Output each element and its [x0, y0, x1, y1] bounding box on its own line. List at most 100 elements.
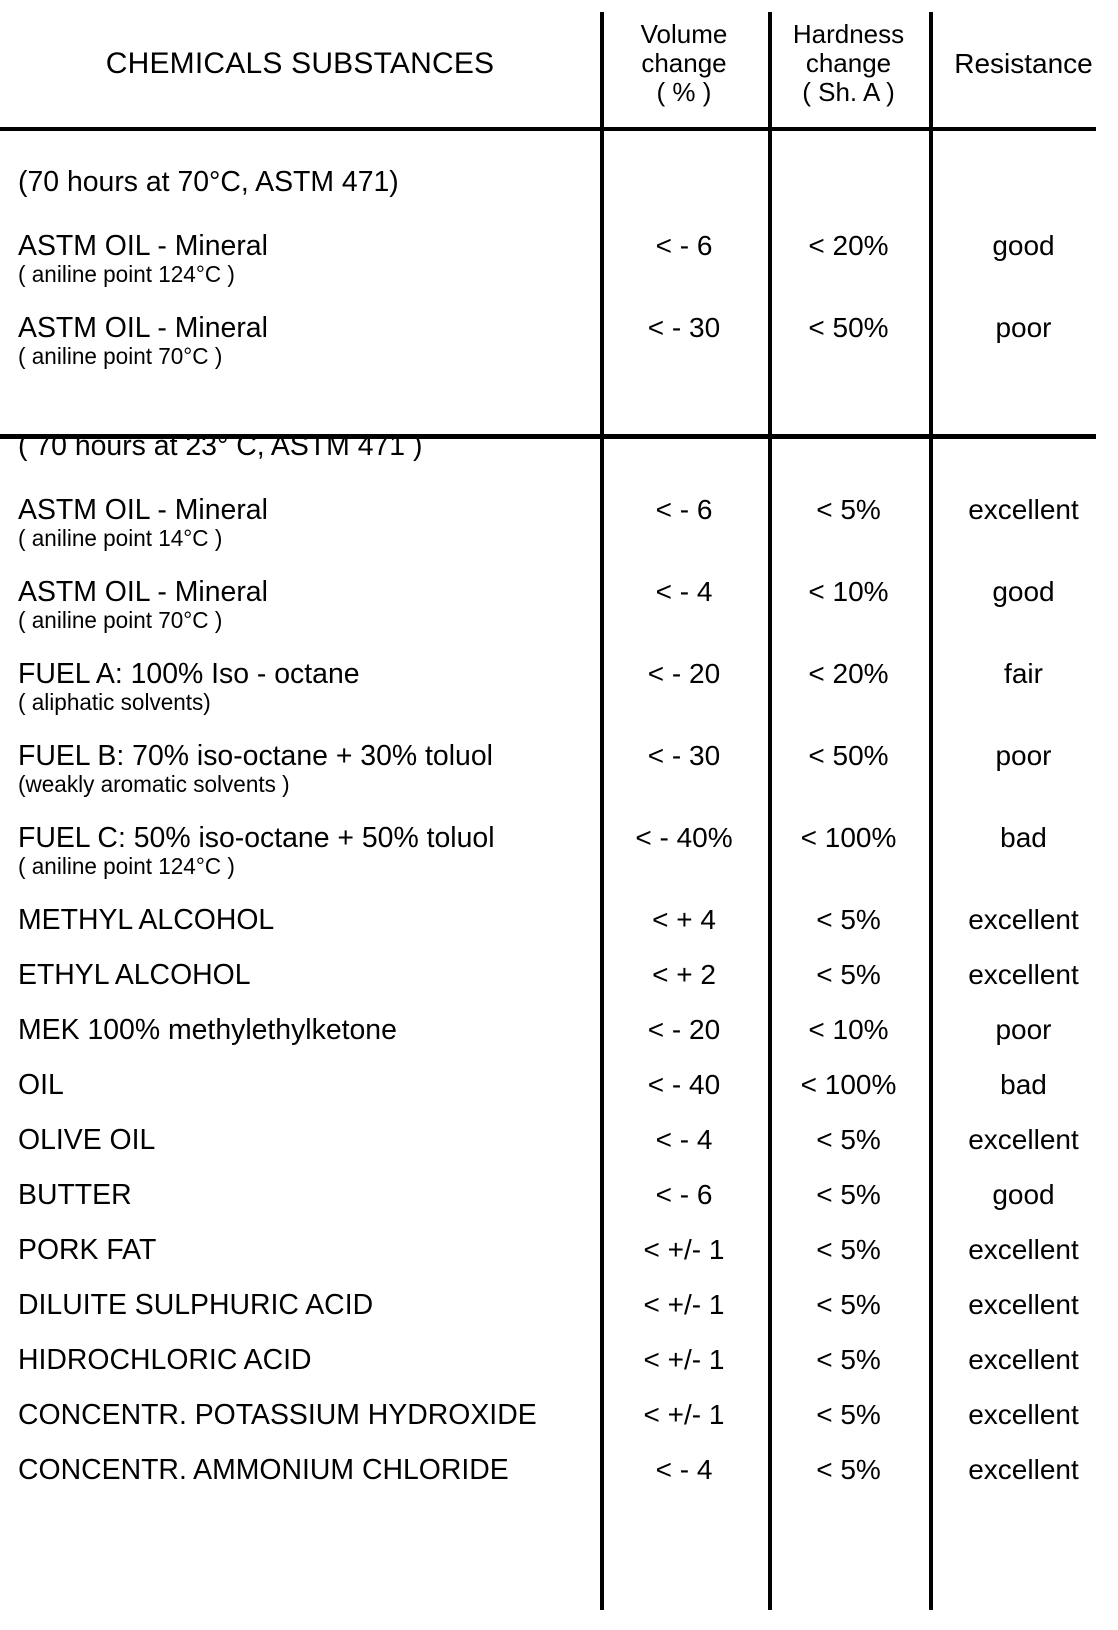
table-row: ASTM OIL - Mineral( aniline point 70°C )…	[0, 313, 1118, 395]
section-caption-row: ( 70 hours at 23° C, ASTM 471 )	[0, 431, 1118, 495]
hardness-change-value: < 100%	[800, 822, 897, 853]
hardness-change-value: < 100%	[800, 1069, 897, 1100]
resistance-value: excellent	[968, 1289, 1079, 1320]
substance-name: ASTM OIL - Mineral	[18, 230, 268, 262]
column-header-substance-line: CHEMICALS SUBSTANCES	[105, 46, 495, 80]
substance-cell: METHYL ALCOHOL	[0, 905, 600, 936]
table-row: ASTM OIL - Mineral( aniline point 14°C )…	[0, 495, 1118, 577]
section-caption-text: ( 70 hours at 23° C, ASTM 471 )	[18, 430, 423, 462]
section-caption-cell: ( 70 hours at 23° C, ASTM 471 )	[0, 430, 600, 462]
table-row: ETHYL ALCOHOL < + 2 < 5% excellent	[0, 960, 1118, 1015]
substance-cell: ASTM OIL - Mineral( aniline point 70°C )	[0, 313, 600, 370]
substance-cell: BUTTER	[0, 1179, 600, 1211]
hardness-change-value: < 5%	[816, 494, 881, 525]
volume-change-value: < +/- 1	[643, 1289, 725, 1320]
hardness-change-value: < 5%	[816, 1124, 881, 1155]
table-row: FUEL A: 100% Iso - octane( aliphatic sol…	[0, 659, 1118, 741]
resistance-value: bad	[1000, 822, 1047, 853]
resistance-value: poor	[995, 312, 1052, 343]
substance-cell: ASTM OIL - Mineral( aniline point 124°C …	[0, 231, 600, 288]
volume-change-value: < - 30	[647, 740, 721, 771]
hardness-change-value: < 5%	[816, 904, 881, 935]
substance-cell: OIL	[0, 1069, 600, 1101]
substance-subnote: (weakly aromatic solvents )	[18, 771, 290, 798]
hardness-change-value: < 5%	[816, 1344, 881, 1375]
column-header-volume-change-line-3: ( % )	[656, 77, 712, 108]
section-caption-text: (70 hours at 70°C, ASTM 471)	[18, 166, 399, 198]
hardness-change-value: < 10%	[808, 1014, 889, 1045]
substance-name: ASTM OIL - Mineral	[18, 494, 268, 526]
table-row: PORK FAT < +/- 1 < 5% excellent	[0, 1235, 1118, 1290]
substance-subnote: ( aniline point 14°C )	[18, 525, 223, 552]
substance-cell: ASTM OIL - Mineral( aniline point 70°C )	[0, 577, 600, 634]
resistance-value: poor	[995, 740, 1052, 771]
section-caption-row: (70 hours at 70°C, ASTM 471)	[0, 167, 1118, 231]
table-row: CONCENTR. AMMONIUM CHLORIDE < - 4 < 5% exce…	[0, 1455, 1118, 1510]
table-body: (70 hours at 70°C, ASTM 471) ASTM OIL - M…	[0, 131, 1118, 1510]
table-row: HIDROCHLORIC ACID < +/- 1 < 5% excellent	[0, 1345, 1118, 1400]
column-header-volume-change: Volume change ( % )	[600, 19, 768, 108]
chemical-resistance-table: CHEMICALS SUBSTANCES Volume change ( % )…	[0, 0, 1118, 1630]
hardness-change-value: < 20%	[808, 658, 889, 689]
section-caption-cell: (70 hours at 70°C, ASTM 471)	[0, 166, 600, 198]
volume-change-value: < - 4	[655, 1454, 713, 1485]
resistance-value: fair	[1004, 658, 1043, 689]
volume-change-value: < - 20	[647, 658, 721, 689]
volume-change-value: < - 6	[655, 1179, 713, 1210]
resistance-value: good	[992, 230, 1055, 261]
substance-cell: OLIVE OIL	[0, 1124, 600, 1156]
column-header-resistance: Resistance	[929, 48, 1118, 79]
substance-name: FUEL B: 70% iso-octane + 30% toluol	[18, 740, 493, 772]
substance-cell: ETHYL ALCOHOL	[0, 959, 600, 991]
substance-name: CONCENTR. AMMONIUM CHLORIDE	[18, 1454, 509, 1486]
table-row: METHYL ALCOHOL < + 4 < 5% excellent	[0, 905, 1118, 960]
resistance-value: excellent	[968, 1399, 1079, 1430]
table-row: ASTM OIL - Mineral( aniline point 124°C …	[0, 231, 1118, 313]
column-header-resistance-line: Resistance	[954, 47, 1093, 79]
substance-cell: FUEL C: 50% iso-octane + 50% toluol( ani…	[0, 823, 600, 880]
hardness-change-value: < 50%	[808, 312, 889, 343]
substance-cell: CONCENTR. POTASSIUM HYDROXIDE	[0, 1399, 600, 1431]
substance-subnote: ( aniline point 124°C )	[18, 261, 235, 288]
substance-name: ETHYL ALCOHOL	[18, 959, 251, 991]
substance-name: OLIVE OIL	[18, 1124, 156, 1156]
column-header-hardness-change-line-1: Hardness	[792, 18, 905, 49]
column-header-hardness-change-line-2: change	[805, 47, 892, 78]
hardness-change-value: < 5%	[816, 1289, 881, 1320]
substance-name: CONCENTR. POTASSIUM HYDROXIDE	[18, 1399, 537, 1431]
column-header-substance: CHEMICALS SUBSTANCES	[0, 47, 600, 81]
substance-subnote: ( aniline point 70°C )	[18, 343, 223, 370]
resistance-value: excellent	[968, 494, 1079, 525]
substance-name: HIDROCHLORIC ACID	[18, 1344, 312, 1376]
table-row: BUTTER < - 6 < 5% good	[0, 1180, 1118, 1235]
resistance-value: excellent	[968, 1124, 1079, 1155]
volume-change-value: < - 30	[647, 312, 721, 343]
substance-subnote: ( aniline point 124°C )	[18, 853, 235, 880]
substance-name: MEK 100% methylethylketone	[18, 1014, 397, 1046]
volume-change-value: < +/- 1	[643, 1399, 725, 1430]
volume-change-value: < +/- 1	[643, 1234, 725, 1265]
substance-name: OIL	[18, 1069, 64, 1101]
hardness-change-value: < 5%	[816, 1399, 881, 1430]
substance-name: ASTM OIL - Mineral	[18, 576, 268, 608]
resistance-value: excellent	[968, 1454, 1079, 1485]
volume-change-value: < - 40%	[635, 822, 733, 853]
hardness-change-value: < 10%	[808, 576, 889, 607]
hardness-change-value: < 5%	[816, 959, 881, 990]
table-row: OIL < - 40 < 100% bad	[0, 1070, 1118, 1125]
volume-change-value: < - 40	[647, 1069, 721, 1100]
volume-change-value: < - 6	[655, 494, 713, 525]
volume-change-value: < + 4	[652, 904, 716, 935]
table-row: FUEL C: 50% iso-octane + 50% toluol( ani…	[0, 823, 1118, 905]
table-row: DILUITE SULPHURIC ACID < +/- 1 < 5% excelle…	[0, 1290, 1118, 1345]
resistance-value: bad	[1000, 1069, 1047, 1100]
substance-cell: PORK FAT	[0, 1235, 600, 1266]
substance-name: FUEL C: 50% iso-octane + 50% toluol	[18, 822, 495, 854]
column-header-hardness-change: Hardness change ( Sh. A )	[768, 18, 929, 107]
substance-cell: ASTM OIL - Mineral( aniline point 14°C )	[0, 495, 600, 552]
table-row: FUEL B: 70% iso-octane + 30% toluol (weak…	[0, 741, 1118, 823]
substance-name: BUTTER	[18, 1179, 132, 1211]
volume-change-value: < - 20	[647, 1014, 721, 1045]
substance-cell: CONCENTR. AMMONIUM CHLORIDE	[0, 1454, 600, 1486]
